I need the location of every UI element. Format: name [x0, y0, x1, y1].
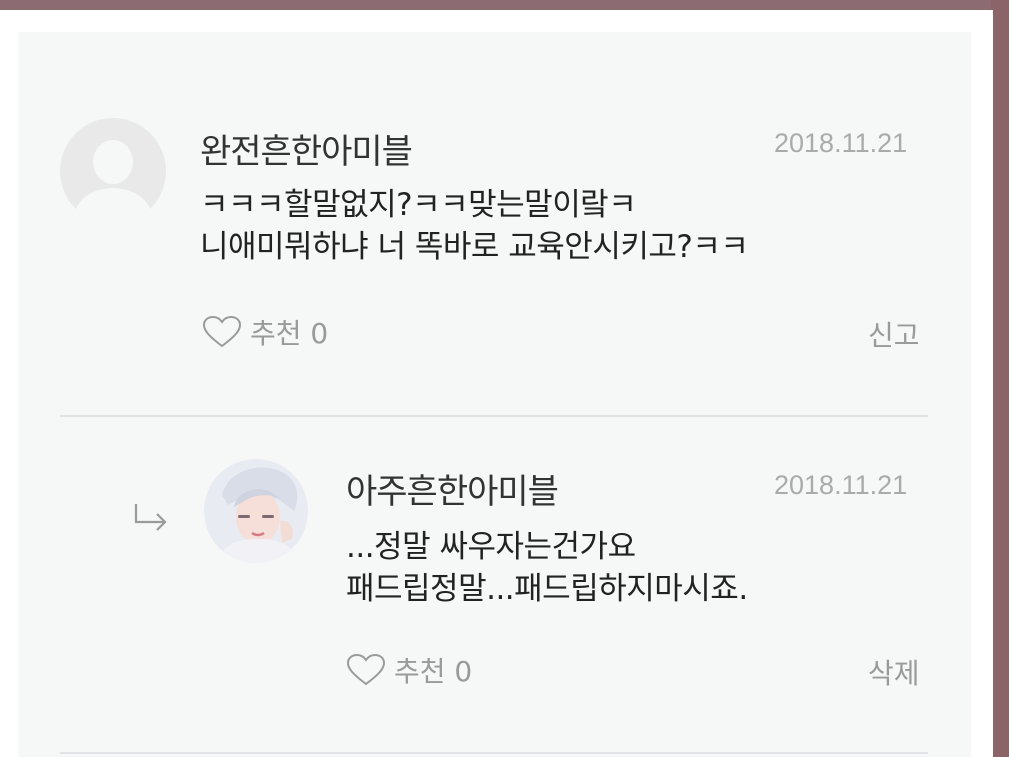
- profile-photo-avatar[interactable]: [204, 459, 308, 563]
- reply-body: ...정말 싸우자는건가요 패드립정말...패드립하지마시죠.: [346, 526, 748, 610]
- divider: [60, 752, 928, 754]
- divider: [60, 415, 928, 417]
- reply-line: 패드립정말...패드립하지마시죠.: [346, 571, 748, 607]
- reply-line: ...정말 싸우자는건가요: [346, 529, 636, 565]
- comment-line: ㅋㅋㅋ할말없지?ㅋㅋ맞는말이랔ㅋ: [200, 187, 637, 223]
- like-count-label: 추천 0: [394, 655, 473, 688]
- delete-button[interactable]: 삭제: [868, 652, 920, 692]
- reply-date: 2018.11.21: [774, 470, 908, 500]
- heart-outline-icon: [346, 653, 386, 687]
- comment-list: 완전흔한아미블 2018.11.21 ㅋㅋㅋ할말없지?ㅋㅋ맞는말이랔ㅋ 니애미뭐…: [18, 32, 971, 757]
- like-count-label: 추천 0: [250, 317, 329, 350]
- reply-username[interactable]: 아주흔한아미블: [346, 464, 559, 513]
- like-button[interactable]: 추천 0: [346, 650, 472, 690]
- like-button[interactable]: 추천 0: [202, 312, 328, 352]
- default-user-avatar-icon[interactable]: [60, 118, 166, 224]
- comment-line: 니애미뭐하냐 너 똑바로 교육안시키고?ㅋㅋ: [200, 229, 749, 265]
- background-right-strip: [991, 0, 1009, 757]
- heart-outline-icon: [202, 315, 242, 349]
- report-button[interactable]: 신고: [868, 314, 920, 354]
- comment-date: 2018.11.21: [774, 128, 908, 158]
- reply-arrow-icon: [130, 502, 170, 540]
- comment-username[interactable]: 완전흔한아미블: [200, 124, 413, 173]
- screen-frame: 완전흔한아미블 2018.11.21 ㅋㅋㅋ할말없지?ㅋㅋ맞는말이랔ㅋ 니애미뭐…: [0, 10, 993, 757]
- comment-body: ㅋㅋㅋ할말없지?ㅋㅋ맞는말이랔ㅋ 니애미뭐하냐 너 똑바로 교육안시키고?ㅋㅋ: [200, 184, 749, 268]
